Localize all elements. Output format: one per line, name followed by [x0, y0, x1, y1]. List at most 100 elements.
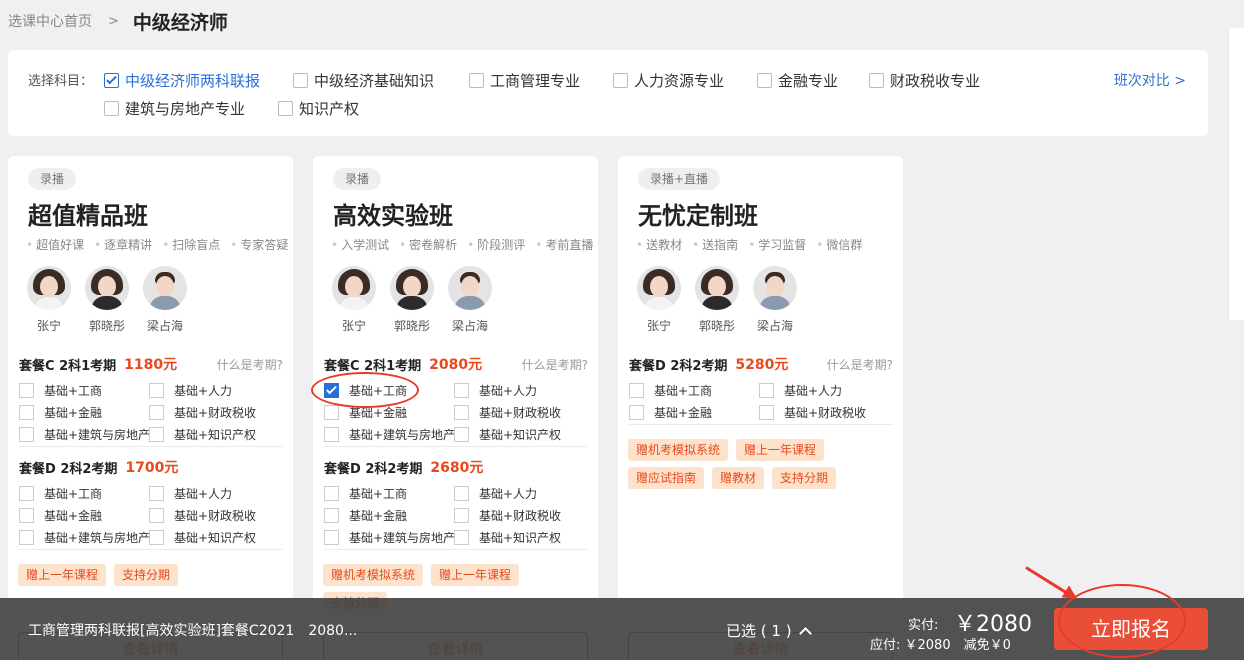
- subject-checkbox[interactable]: [104, 73, 119, 88]
- subject-checkbox[interactable]: [757, 73, 772, 88]
- combo-option[interactable]: 基础+知识产权: [149, 426, 256, 443]
- subject-checkbox[interactable]: [293, 73, 308, 88]
- avatar: [27, 266, 71, 310]
- breadcrumb-home-link[interactable]: 选课中心首页: [8, 11, 92, 31]
- combo-option[interactable]: 基础+财政税收: [149, 507, 256, 524]
- exam-period-help-link[interactable]: 什么是考期?: [827, 356, 893, 373]
- teacher-name: 张宁: [36, 319, 61, 333]
- combo-checkbox[interactable]: [149, 530, 164, 545]
- combo-label: 基础+财政税收: [174, 509, 257, 523]
- gift-badge: 赠上一年课程: [18, 564, 107, 586]
- selected-count-toggle[interactable]: 已选 ( 1 ): [726, 620, 812, 641]
- combo-label: 基础+金融: [44, 406, 103, 420]
- package-name: 套餐D 2科2考期: [629, 358, 728, 374]
- subject-checkbox[interactable]: [278, 101, 293, 116]
- combo-checkbox[interactable]: [629, 405, 644, 420]
- teacher[interactable]: 郭晓彤: [387, 266, 437, 334]
- combo-checkbox[interactable]: [149, 508, 164, 523]
- gift-badge: 赠应试指南: [628, 467, 705, 489]
- combo-checkbox[interactable]: [324, 427, 339, 442]
- combo-option[interactable]: 基础+财政税收: [454, 507, 561, 524]
- feature-item: 专家答疑: [230, 236, 288, 253]
- combo-option[interactable]: 基础+工商: [629, 382, 712, 399]
- subject-checkbox[interactable]: [613, 73, 628, 88]
- exam-period-help-link[interactable]: 什么是考期?: [522, 356, 588, 373]
- combo-option[interactable]: 基础+人力: [149, 485, 232, 502]
- combo-checkbox[interactable]: [324, 530, 339, 545]
- subject-checkbox[interactable]: [869, 73, 884, 88]
- teacher[interactable]: 梁占海: [750, 266, 800, 334]
- combo-label: 基础+人力: [479, 487, 538, 501]
- package-price: 5280元: [735, 357, 789, 373]
- package-price: 1180元: [124, 357, 178, 373]
- subject-option[interactable]: 中级经济师两科联报: [104, 70, 260, 91]
- teacher[interactable]: 梁占海: [445, 266, 495, 334]
- teacher[interactable]: 张宁: [24, 266, 74, 334]
- combo-checkbox[interactable]: [454, 405, 469, 420]
- combo-checkbox[interactable]: [454, 530, 469, 545]
- combo-checkbox[interactable]: [454, 427, 469, 442]
- combo-checkbox[interactable]: [149, 427, 164, 442]
- divider: [19, 549, 283, 550]
- combo-checkbox[interactable]: [19, 508, 34, 523]
- combo-option[interactable]: 基础+工商: [19, 382, 102, 399]
- combo-option[interactable]: 基础+财政税收: [149, 404, 256, 421]
- combo-option[interactable]: 基础+金融: [629, 404, 712, 421]
- teacher[interactable]: 张宁: [329, 266, 379, 334]
- combo-option[interactable]: 基础+金融: [324, 507, 407, 524]
- subject-option[interactable]: 金融专业: [757, 70, 838, 91]
- combo-checkbox[interactable]: [454, 486, 469, 501]
- class-compare-link[interactable]: 班次对比 >: [1114, 70, 1186, 90]
- combo-option[interactable]: 基础+工商: [19, 485, 102, 502]
- exam-period-help-link[interactable]: 什么是考期?: [217, 356, 283, 373]
- combo-checkbox[interactable]: [454, 508, 469, 523]
- teacher[interactable]: 郭晓彤: [692, 266, 742, 334]
- combo-option[interactable]: 基础+知识产权: [454, 426, 561, 443]
- combo-option[interactable]: 基础+人力: [454, 382, 537, 399]
- subject-option[interactable]: 人力资源专业: [613, 70, 724, 91]
- combo-checkbox[interactable]: [19, 405, 34, 420]
- combo-checkbox[interactable]: [19, 383, 34, 398]
- combo-checkbox[interactable]: [149, 486, 164, 501]
- combo-option[interactable]: 基础+人力: [454, 485, 537, 502]
- combo-option[interactable]: 基础+财政税收: [454, 404, 561, 421]
- feature-item: 阶段测评: [467, 236, 525, 253]
- combo-checkbox[interactable]: [324, 405, 339, 420]
- combo-checkbox[interactable]: [149, 405, 164, 420]
- combo-option[interactable]: 基础+建筑与房地产: [19, 529, 150, 546]
- combo-checkbox[interactable]: [629, 383, 644, 398]
- subject-option[interactable]: 财政税收专业: [869, 70, 980, 91]
- teacher[interactable]: 张宁: [634, 266, 684, 334]
- subject-option[interactable]: 知识产权: [278, 98, 359, 119]
- combo-checkbox[interactable]: [19, 427, 34, 442]
- combo-option[interactable]: 基础+人力: [149, 382, 232, 399]
- combo-checkbox[interactable]: [454, 383, 469, 398]
- combo-option[interactable]: 基础+建筑与房地产: [324, 529, 455, 546]
- combo-checkbox[interactable]: [759, 405, 774, 420]
- combo-option[interactable]: 基础+建筑与房地产: [19, 426, 150, 443]
- combo-checkbox[interactable]: [324, 486, 339, 501]
- combo-option[interactable]: 基础+建筑与房地产: [324, 426, 455, 443]
- combo-option[interactable]: 基础+财政税收: [759, 404, 866, 421]
- combo-checkbox[interactable]: [324, 508, 339, 523]
- combo-checkbox[interactable]: [19, 530, 34, 545]
- combo-checkbox[interactable]: [19, 486, 34, 501]
- subject-checkbox[interactable]: [104, 101, 119, 116]
- course-type-tag: 录播: [333, 168, 382, 190]
- subject-option[interactable]: 工商管理专业: [469, 70, 580, 91]
- combo-checkbox[interactable]: [759, 383, 774, 398]
- combo-option[interactable]: 基础+知识产权: [149, 529, 256, 546]
- subject-checkbox[interactable]: [469, 73, 484, 88]
- combo-label: 基础+金融: [44, 509, 103, 523]
- combo-checkbox[interactable]: [149, 383, 164, 398]
- combo-option[interactable]: 基础+金融: [19, 507, 102, 524]
- combo-option[interactable]: 基础+人力: [759, 382, 842, 399]
- teacher[interactable]: 梁占海: [140, 266, 190, 334]
- combo-option[interactable]: 基础+工商: [324, 485, 407, 502]
- combo-option[interactable]: 基础+金融: [19, 404, 102, 421]
- teacher[interactable]: 郭晓彤: [82, 266, 132, 334]
- subject-option[interactable]: 建筑与房地产专业: [104, 98, 245, 119]
- combo-option[interactable]: 基础+知识产权: [454, 529, 561, 546]
- subject-option[interactable]: 中级经济基础知识: [293, 70, 434, 91]
- combo-label: 基础+知识产权: [174, 428, 257, 442]
